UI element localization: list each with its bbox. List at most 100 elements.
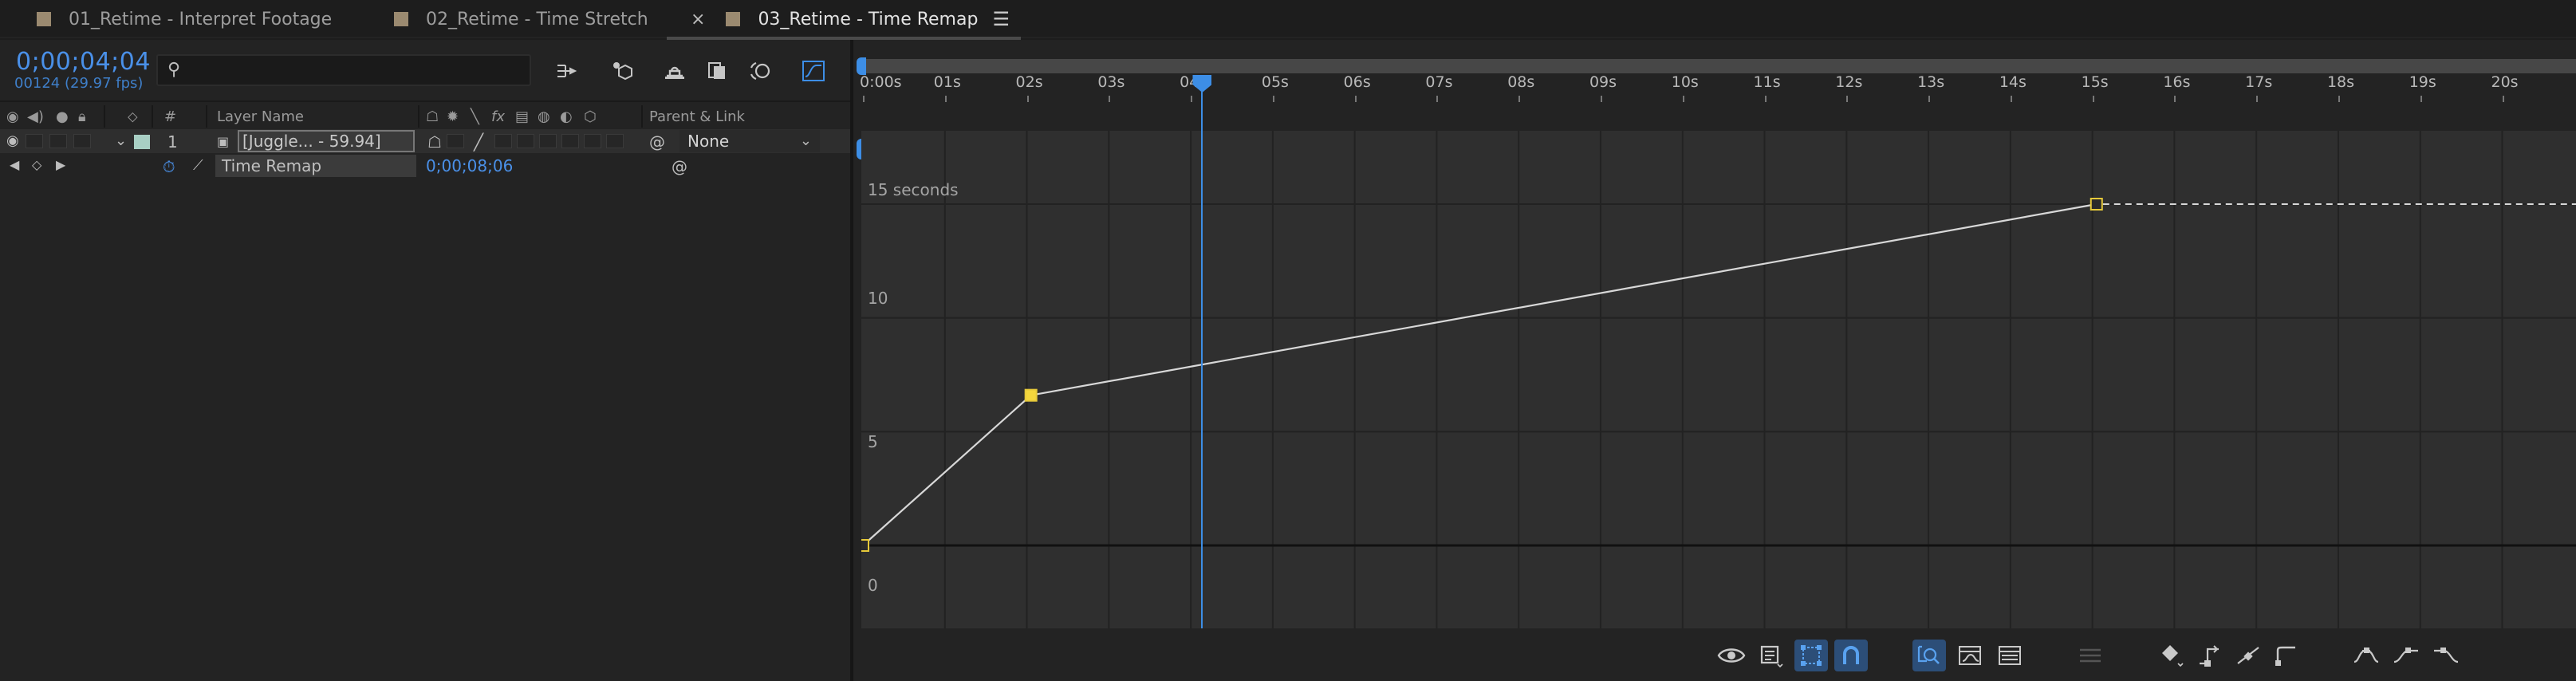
close-icon[interactable]: × [691,10,705,30]
frame-blend-switch-icon[interactable]: ▤ [515,108,529,125]
effects-toggle[interactable] [494,134,512,148]
layer-name[interactable]: [Juggle... - 59.94] [238,130,415,152]
3d-layer-switch-icon[interactable]: ⬡ [584,108,597,125]
ruler-tick-label: 08s [1507,73,1535,91]
shy-layers-icon[interactable] [659,56,691,86]
eye-icon[interactable] [1715,640,1748,671]
easy-ease-icon[interactable] [2350,640,2383,671]
label-color-icon[interactable]: ⬦ [128,108,138,125]
snap-icon[interactable] [1834,640,1868,671]
frame-blending-icon[interactable] [702,56,734,86]
current-time-display[interactable]: 0;00;04;04 [16,48,151,76]
property-value[interactable]: 0;00;08;06 [426,156,513,175]
tab-comp-01[interactable]: 01_Retime - Interpret Footage [37,0,332,38]
prev-keyframe-icon[interactable]: ◀ [10,157,19,172]
easy-ease-in-icon[interactable] [2389,640,2423,671]
expand-chevron-icon[interactable]: ⌄ [115,132,127,149]
add-keyframe-icon[interactable]: ◇ [32,157,41,172]
property-name[interactable]: Time Remap [215,155,416,177]
expression-pick-whip-icon[interactable]: @ [672,157,687,176]
solo-switch-icon[interactable]: ● [56,108,69,125]
footage-icon: ▣ [217,134,230,149]
work-area-bar[interactable] [863,59,2576,73]
fit-all-icon[interactable] [1954,640,1987,671]
extra-toggle[interactable] [606,134,624,148]
convert-linear-icon[interactable] [2231,640,2265,671]
parent-link-header: Parent & Link [649,108,745,125]
tab-label: 02_Retime - Time Stretch [426,9,648,30]
current-time-indicator[interactable] [1192,75,1212,671]
keyframe[interactable] [861,539,869,552]
layer-number-header: # [164,108,177,125]
next-keyframe-icon[interactable]: ▶ [56,157,65,172]
3d-toggle[interactable] [584,134,601,148]
layer-row[interactable]: ◉ ⌄ 1 ▣ [Juggle... - 59.94] ☖ ╱ @ None ⌄ [0,129,850,153]
graph-y-label: 0 [868,576,878,595]
separate-dimensions-icon[interactable] [1994,640,2027,671]
shy-toggle-icon[interactable]: ☖ [427,132,442,152]
parent-select[interactable]: None ⌄ [679,130,820,152]
easy-ease-out-icon[interactable] [2429,640,2463,671]
motion-blur-icon[interactable] [745,56,777,86]
keyframe[interactable] [1024,388,1038,402]
lock-toggle[interactable] [73,134,91,148]
tab-comp-02[interactable]: 02_Retime - Time Stretch [394,0,648,38]
property-row[interactable]: ◀ ◇ ▶ ⏱︎ ⟋ Time Remap 0;00;08;06 @ [0,154,850,178]
edit-keyframe-icon[interactable] [2155,640,2188,671]
graph-editor-icon[interactable] [798,56,829,86]
ruler-tick-label: 17s [2245,73,2273,91]
video-switch-icon[interactable]: ◉ [6,108,19,125]
chevron-down-icon: ⌄ [799,132,812,149]
keyframe[interactable] [2090,198,2103,211]
ruler-tick-mark [1846,96,1849,102]
tab-comp-03[interactable]: × 03_Retime - Time Remap ☰ [667,0,1021,40]
ruler-tick-mark [2502,96,2504,102]
transform-box-icon[interactable] [1794,640,1828,671]
frame-count: 00124 (29.97 fps) [14,75,144,92]
ruler-tick-mark [1191,96,1193,102]
tab-label: 03_Retime - Time Remap [758,9,979,30]
frame-blend-toggle[interactable] [517,134,534,148]
tab-label: 01_Retime - Interpret Footage [69,9,333,30]
search-input[interactable]: ⚲ [156,54,531,86]
stopwatch-icon[interactable]: ⏱︎ [163,157,175,176]
convert-auto-bezier-icon[interactable] [2270,640,2303,671]
solo-toggle[interactable] [49,134,67,148]
ruler-tick-mark [1600,96,1602,102]
draft-3d-icon[interactable] [608,56,640,86]
graph-toggle-icon[interactable]: ⟋ [193,157,203,174]
pick-whip-icon[interactable]: @ [649,132,665,152]
adjustment-switch-icon[interactable]: ◐ [560,108,573,125]
ruler-tick-label: 03s [1097,73,1125,91]
work-area-start-handle[interactable] [857,57,866,75]
comp-flowchart-icon[interactable] [552,56,584,86]
audio-switch-icon[interactable]: ◀) [27,108,44,125]
shy-switch-icon[interactable]: ☖ [426,108,439,125]
parent-select-value: None [687,132,730,151]
lock-switch-icon[interactable]: 🔒︎ [78,108,86,125]
audio-toggle[interactable] [26,134,43,148]
ruler-tick-label: 14s [1999,73,2027,91]
graph-editor-toolbar [853,628,2576,681]
motion-blur-toggle[interactable] [539,134,557,148]
eye-icon[interactable]: ◉ [6,132,19,149]
value-graph[interactable] [861,131,2576,628]
layer-name-header[interactable]: Layer Name [217,108,304,125]
panel-menu-icon[interactable]: ☰ [992,8,1010,30]
time-ruler[interactable]: 0:00s01s02s03s04s05s06s07s08s09s10s11s12… [853,49,2576,102]
ruler-tick-mark [1272,96,1274,102]
motion-blur-switch-icon[interactable]: ◍ [538,108,550,125]
quality-toggle-icon[interactable]: ╱ [474,132,483,152]
collapse-switch-icon[interactable]: ✹ [447,108,459,125]
graph-type-icon[interactable] [1755,640,1788,671]
adjustment-toggle[interactable] [561,134,579,148]
effects-switch-header[interactable]: fx [491,108,505,125]
fit-selection-icon[interactable] [1912,640,1946,671]
label-color-swatch[interactable] [134,135,150,149]
collapse-toggle[interactable] [447,134,464,148]
quality-switch-icon[interactable]: ╲ [471,108,479,125]
graph-options-icon[interactable] [2074,640,2107,671]
ruler-tick-label: 18s [2326,73,2355,91]
convert-hold-icon[interactable] [2193,640,2227,671]
graph-y-top-label: 15 seconds [868,180,959,199]
